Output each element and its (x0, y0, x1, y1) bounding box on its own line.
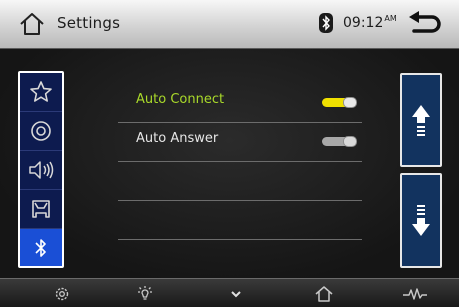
bottom-collapse-button[interactable] (226, 284, 246, 304)
car-icon (32, 200, 50, 218)
page-title: Settings (57, 14, 121, 32)
header-bar: Settings 09:12AM (0, 0, 459, 49)
setting-label: Auto Connect (136, 92, 225, 107)
back-button[interactable] (406, 10, 442, 38)
bottom-nav-bar (0, 278, 459, 307)
disc-icon (31, 121, 51, 141)
back-icon (409, 11, 441, 33)
bottom-audio-button[interactable] (400, 284, 430, 304)
home-icon (20, 13, 44, 35)
settings-gear-icon (55, 287, 69, 301)
sidebar-item-favorites[interactable] (20, 73, 62, 112)
sidebar-item-audio[interactable] (20, 151, 62, 190)
chevron-down-icon (231, 291, 241, 298)
bluetooth-status-icon (318, 12, 334, 34)
setting-label: Auto Answer (136, 131, 219, 146)
arrow-down-icon (412, 204, 430, 236)
sidebar-item-bluetooth[interactable] (20, 229, 62, 266)
sidebar-item-media[interactable] (20, 112, 62, 151)
setting-row-auto-connect[interactable]: Auto Connect (118, 84, 362, 123)
home-icon (315, 286, 333, 302)
clock-time: 09:12 (343, 15, 384, 31)
arrow-up-icon (412, 105, 430, 136)
scroll-down-button[interactable] (400, 173, 442, 268)
auto-connect-toggle[interactable] (322, 97, 357, 108)
settings-body: Auto Connect Auto Answer (0, 49, 459, 279)
bluetooth-icon (35, 238, 46, 257)
toggle-knob (343, 136, 357, 147)
setting-row-empty (118, 240, 362, 279)
setting-row-empty (118, 201, 362, 240)
clock-ampm: AM (384, 14, 397, 23)
setting-row-auto-answer[interactable]: Auto Answer (118, 123, 362, 162)
audio-eq-icon (403, 288, 427, 300)
speaker-icon (29, 161, 54, 179)
scroll-up-button[interactable] (400, 73, 442, 167)
settings-list: Auto Connect Auto Answer (118, 49, 362, 279)
brightness-icon (138, 286, 152, 300)
auto-answer-toggle[interactable] (322, 136, 357, 147)
star-icon (30, 81, 52, 102)
bottom-settings-button[interactable] (52, 284, 72, 304)
toggle-knob (343, 97, 357, 108)
settings-sidebar (18, 71, 64, 268)
home-button[interactable] (18, 12, 46, 36)
bottom-brightness-button[interactable] (135, 284, 155, 304)
sidebar-item-vehicle[interactable] (20, 190, 62, 229)
settings-screen: Settings 09:12AM Auto Connect Auto Answe… (0, 0, 459, 307)
clock: 09:12AM (343, 14, 397, 31)
setting-row-empty (118, 162, 362, 201)
bottom-home-button[interactable] (312, 284, 336, 304)
